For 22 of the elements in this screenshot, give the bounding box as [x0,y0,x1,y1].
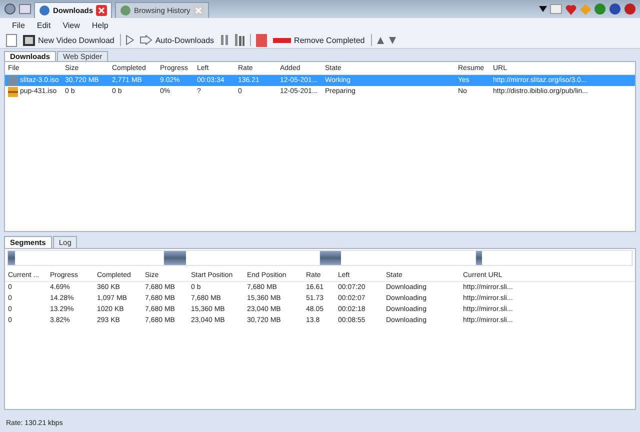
minus-icon [273,38,292,42]
stop-icon[interactable] [256,34,268,46]
new-video-download-button[interactable]: New Video Download [22,34,116,46]
dropdown-icon[interactable] [539,6,547,12]
pause-all-icon[interactable] [234,34,246,46]
window-icon[interactable] [19,4,31,14]
menu-item[interactable]: View [62,20,80,30]
package-icon [8,86,18,96]
arrow-icon [140,35,152,45]
play-icon[interactable] [126,35,134,45]
up-icon[interactable] [376,36,384,44]
new-document-icon[interactable] [6,34,17,46]
heart-icon[interactable] [565,4,577,14]
menu-item[interactable]: File [12,20,25,30]
close-icon[interactable] [96,5,108,16]
down-icon[interactable] [388,36,396,44]
menu-item[interactable]: Help [92,20,108,30]
menu-item[interactable]: Edit [36,20,51,30]
pause-icon[interactable] [220,35,230,45]
film-icon [23,34,35,46]
remove-completed-button[interactable]: Remove Completed [272,36,366,44]
auto-downloads-button[interactable]: Auto-Downloads [139,35,216,45]
